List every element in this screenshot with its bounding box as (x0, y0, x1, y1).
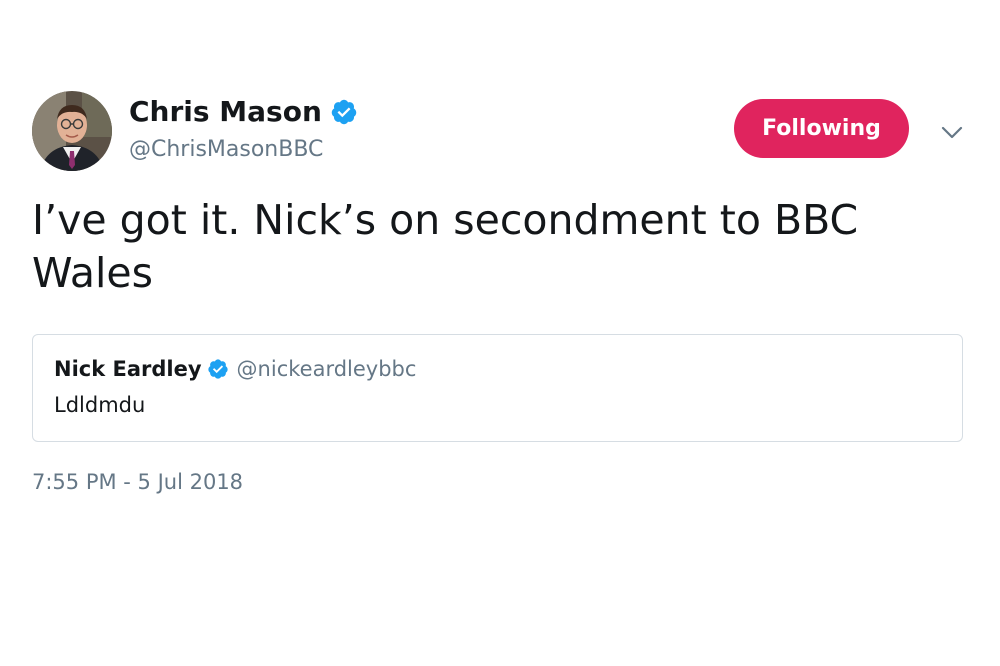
chevron-down-icon[interactable] (938, 118, 966, 146)
quoted-tweet-text: Ldldmdu (54, 393, 146, 417)
author-avatar[interactable] (32, 91, 112, 171)
following-button[interactable]: Following (734, 99, 909, 158)
quoted-tweet-card[interactable]: Nick Eardley @nickeardleybbc Ldldmdu (32, 334, 963, 442)
author-name[interactable]: Chris Mason (129, 93, 322, 131)
verified-badge-icon (207, 358, 229, 380)
author-name-row[interactable]: Chris Mason (129, 93, 358, 131)
quoted-tweet-author-name: Nick Eardley (54, 357, 202, 381)
verified-badge-icon (330, 98, 358, 126)
avatar-photo-icon (32, 91, 112, 171)
tweet-text: I’ve got it. Nick’s on secondment to BBC… (32, 196, 859, 297)
quoted-tweet-author-handle: @nickeardleybbc (236, 357, 417, 381)
author-handle[interactable]: @ChrisMasonBBC (129, 134, 323, 166)
tweet-timestamp[interactable]: 7:55 PM - 5 Jul 2018 (32, 467, 243, 497)
quoted-tweet-header: Nick Eardley @nickeardleybbc (54, 357, 416, 381)
